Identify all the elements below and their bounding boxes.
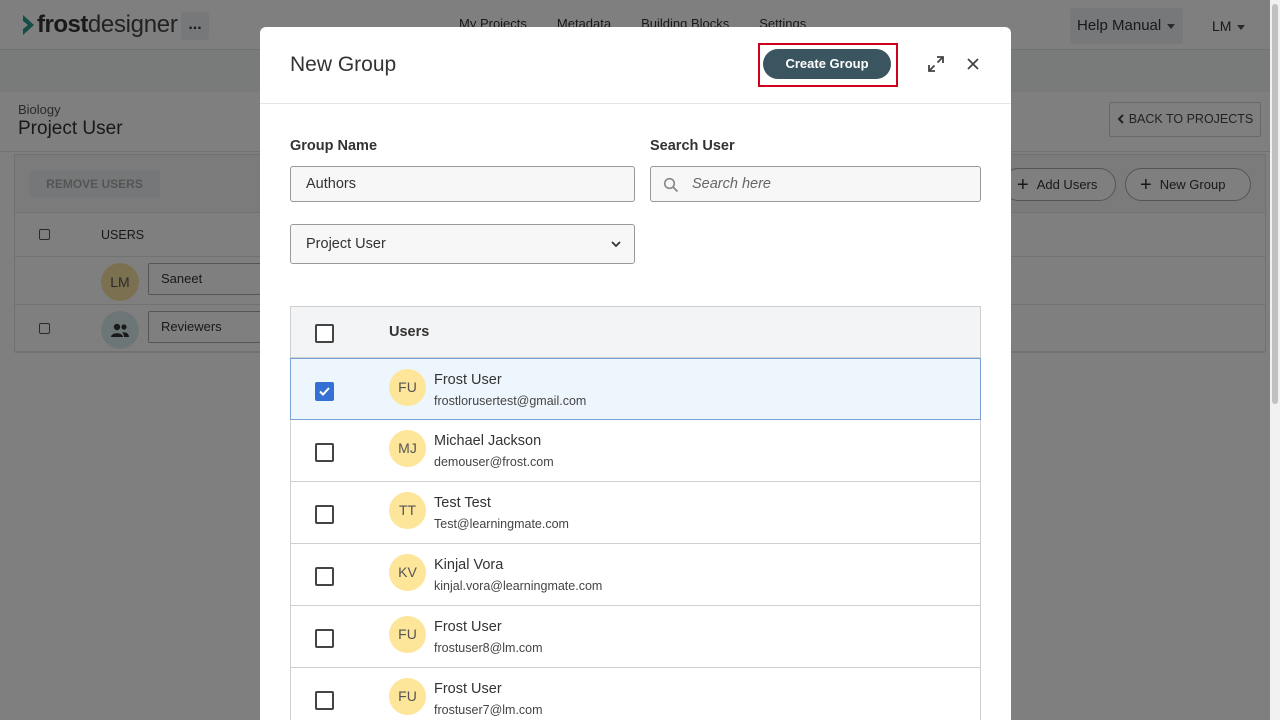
avatar: FU <box>389 369 426 406</box>
user-name: Frost User <box>434 372 502 388</box>
table-row[interactable]: MJ Michael Jackson demouser@frost.com <box>290 420 981 482</box>
user-name: Frost User <box>434 681 502 697</box>
row-checkbox-checked[interactable] <box>315 382 334 401</box>
row-checkbox[interactable] <box>315 691 334 710</box>
search-user-field[interactable] <box>650 166 981 202</box>
users-column-header: Users <box>389 324 430 340</box>
select-all-checkbox[interactable] <box>315 324 334 343</box>
table-row[interactable]: FU Frost User frostuser7@lm.com <box>290 668 981 720</box>
role-select-value: Project User <box>306 236 386 252</box>
table-row[interactable]: TT Test Test Test@learningmate.com <box>290 482 981 544</box>
row-checkbox[interactable] <box>315 505 334 524</box>
users-table-header: Users <box>290 306 981 358</box>
row-checkbox[interactable] <box>315 443 334 462</box>
user-email: frostuser8@lm.com <box>434 641 543 655</box>
user-email: demouser@frost.com <box>434 455 554 469</box>
row-checkbox[interactable] <box>315 629 334 648</box>
scrollbar-thumb[interactable] <box>1272 4 1278 404</box>
checkmark-icon <box>319 387 330 396</box>
expand-icon[interactable] <box>928 56 944 72</box>
table-row[interactable]: KV Kinjal Vora kinjal.vora@learningmate.… <box>290 544 981 606</box>
search-user-label: Search User <box>650 138 735 154</box>
users-table: Users FU Frost User frostlorusertest@gma… <box>290 306 981 720</box>
user-email: frostlorusertest@gmail.com <box>434 394 587 408</box>
user-email: Test@learningmate.com <box>434 517 569 531</box>
user-email: frostuser7@lm.com <box>434 703 543 717</box>
close-icon[interactable] <box>966 57 980 71</box>
user-email: kinjal.vora@learningmate.com <box>434 579 603 593</box>
user-name: Kinjal Vora <box>434 557 504 573</box>
table-row[interactable]: FU Frost User frostlorusertest@gmail.com <box>290 358 981 420</box>
table-row[interactable]: FU Frost User frostuser8@lm.com <box>290 606 981 668</box>
avatar: TT <box>389 492 426 529</box>
user-name: Frost User <box>434 619 502 635</box>
new-group-modal: New Group Create Group Group Name Search… <box>260 27 1011 720</box>
modal-header: New Group Create Group <box>260 27 1011 104</box>
group-name-input[interactable]: Authors <box>290 166 635 202</box>
row-checkbox[interactable] <box>315 567 334 586</box>
search-icon <box>663 177 679 193</box>
avatar: FU <box>389 678 426 715</box>
user-name: Test Test <box>434 495 491 511</box>
role-select[interactable]: Project User <box>290 224 635 264</box>
avatar: FU <box>389 616 426 653</box>
search-input[interactable] <box>692 167 962 201</box>
page-scrollbar[interactable] <box>1270 0 1280 720</box>
modal-title: New Group <box>290 53 397 76</box>
avatar: KV <box>389 554 426 591</box>
chevron-down-icon <box>611 241 621 248</box>
user-name: Michael Jackson <box>434 433 542 449</box>
group-name-label: Group Name <box>290 138 378 154</box>
create-group-button[interactable]: Create Group <box>763 49 891 79</box>
avatar: MJ <box>389 430 426 467</box>
